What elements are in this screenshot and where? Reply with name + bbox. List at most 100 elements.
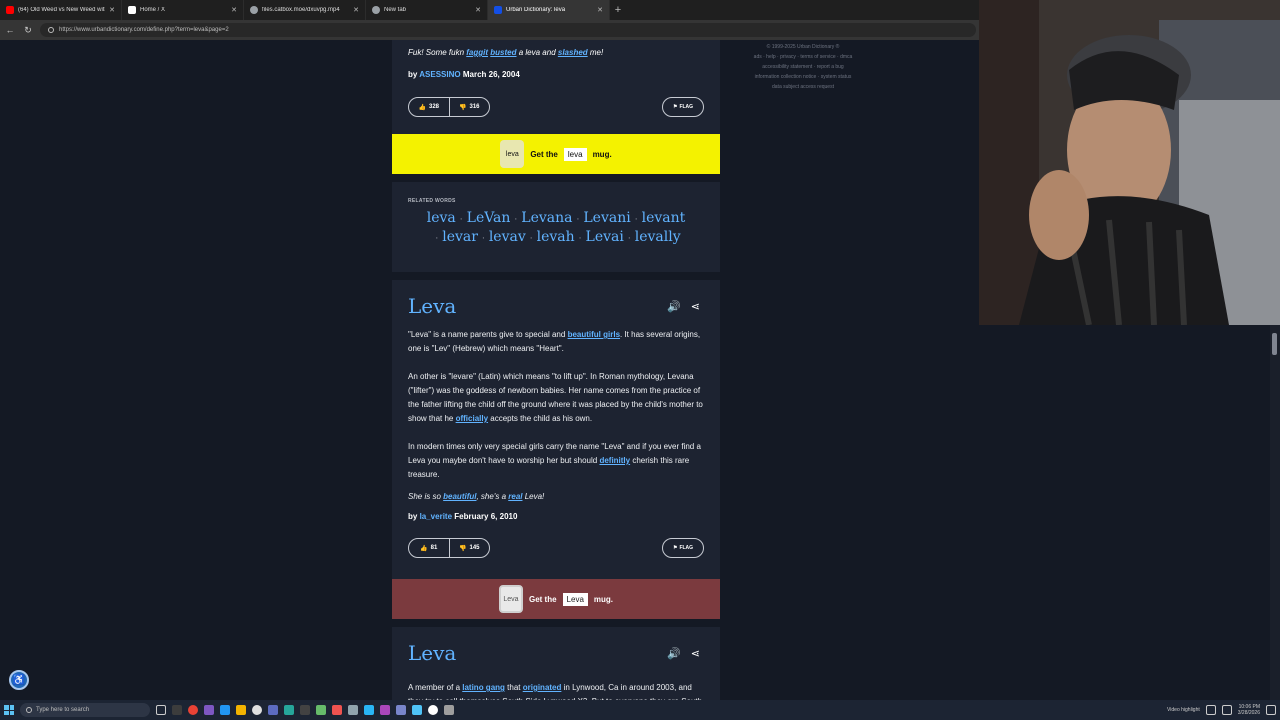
upvote-button[interactable]: 👍 81 xyxy=(409,539,449,557)
app-icon[interactable] xyxy=(252,705,262,715)
example-link[interactable]: slashed xyxy=(558,48,588,57)
flag-button[interactable]: ⚑ FLAG xyxy=(662,538,704,558)
site-info-icon[interactable] xyxy=(48,27,54,33)
example-link[interactable]: busted xyxy=(490,48,516,57)
back-button[interactable]: ← xyxy=(4,25,16,35)
app-icon[interactable] xyxy=(204,705,214,715)
related-word-link[interactable]: Levana xyxy=(521,210,572,226)
reload-button[interactable]: ↻ xyxy=(22,25,34,36)
url-input[interactable]: https://www.urbandictionary.com/define.p… xyxy=(40,23,976,37)
related-word-link[interactable]: levav xyxy=(489,229,526,245)
clock-date: 3/28/2026 xyxy=(1237,710,1260,716)
meaning-link[interactable]: definitly xyxy=(599,456,630,465)
author-link[interactable]: ASESSINO xyxy=(419,70,460,79)
related-word-link[interactable]: levah xyxy=(537,229,575,245)
example-text: Fuk! Some fukn faggit busted a leva and … xyxy=(408,48,603,57)
mug-ad-suffix: mug. xyxy=(593,594,614,604)
footer-links[interactable]: ads · help · privacy · terms of service … xyxy=(728,52,878,62)
related-word-link[interactable]: Levani xyxy=(583,210,630,226)
mug-ad-banner[interactable]: Leva Get the Leva mug. xyxy=(392,579,720,619)
urban-dictionary-icon xyxy=(494,6,502,14)
speaker-icon[interactable]: 🔊 xyxy=(667,647,681,660)
card-body: Fuk! Some fukn faggit busted a leva and … xyxy=(408,40,704,132)
volume-icon[interactable] xyxy=(1221,705,1232,715)
related-word-link[interactable]: levant xyxy=(642,210,686,226)
upvote-count: 328 xyxy=(428,104,439,110)
example-text-part: a leva and xyxy=(516,48,558,57)
related-word-link[interactable]: levally xyxy=(635,229,681,245)
app-icon[interactable] xyxy=(172,705,182,715)
app-icon[interactable] xyxy=(236,705,246,715)
related-word-link[interactable]: levar xyxy=(442,229,478,245)
example-link[interactable]: faggit xyxy=(466,48,488,57)
accessibility-button[interactable]: ♿ xyxy=(9,670,29,690)
author-link[interactable]: la_verite xyxy=(420,512,452,521)
browser-tab-active[interactable]: Urban Dictionary: leva ✕ xyxy=(488,0,610,20)
share-icon[interactable]: ⋖ xyxy=(691,300,700,313)
taskbar-search-input[interactable]: Type here to search xyxy=(20,703,150,717)
footer-links[interactable]: data subject access request xyxy=(728,82,878,92)
taskbar-clock[interactable]: 10:06 PM 3/28/2026 xyxy=(1238,704,1260,716)
app-icon[interactable] xyxy=(444,705,454,715)
downvote-button[interactable]: 👎 145 xyxy=(448,539,490,557)
downvote-button[interactable]: 👎 316 xyxy=(448,98,490,116)
app-icon[interactable] xyxy=(428,705,438,715)
definition-controls: 🔊 ⋖ xyxy=(667,647,700,660)
meaning-link[interactable]: latino gang xyxy=(462,683,505,692)
app-icon[interactable] xyxy=(364,705,374,715)
app-icon[interactable] xyxy=(396,705,406,715)
network-icon[interactable] xyxy=(1205,705,1216,715)
app-icon[interactable] xyxy=(220,705,230,715)
thumbs-up-icon: 👍 xyxy=(420,545,428,552)
scrollbar-thumb[interactable] xyxy=(1272,333,1277,355)
app-icon[interactable] xyxy=(300,705,310,715)
app-icon[interactable] xyxy=(316,705,326,715)
example-link[interactable]: real xyxy=(508,492,522,501)
task-view-icon[interactable] xyxy=(156,705,166,715)
accessibility-icon: ♿ xyxy=(12,674,26,686)
app-icon[interactable] xyxy=(348,705,358,715)
meaning-link[interactable]: beautiful girls xyxy=(568,330,620,339)
share-icon[interactable]: ⋖ xyxy=(691,647,700,660)
footer-links[interactable]: accessibility statement · report a bug xyxy=(728,62,878,72)
meaning-link[interactable]: officially xyxy=(456,414,488,423)
close-tab-icon[interactable]: ✕ xyxy=(231,6,237,14)
upvote-button[interactable]: 👍 328 xyxy=(409,98,449,116)
flag-button[interactable]: ⚑ FLAG xyxy=(662,97,704,117)
close-tab-icon[interactable]: ✕ xyxy=(475,6,481,14)
browser-tab[interactable]: New tab ✕ xyxy=(366,0,488,20)
new-tab-button[interactable]: + xyxy=(610,4,626,16)
vote-group: 👍 81 👎 145 xyxy=(408,538,490,558)
related-word-link[interactable]: Levai xyxy=(586,229,624,245)
app-icon[interactable] xyxy=(412,705,422,715)
footer-copyright: © 1999-2025 Urban Dictionary ® xyxy=(766,44,840,50)
notifications-icon[interactable] xyxy=(1266,705,1276,715)
definition-title[interactable]: Leva xyxy=(408,294,456,318)
speaker-icon[interactable]: 🔊 xyxy=(667,300,681,313)
definition-card: Leva 🔊 ⋖ A member of a latino gang that … xyxy=(392,627,720,700)
app-icon[interactable] xyxy=(284,705,294,715)
app-icon[interactable] xyxy=(380,705,390,715)
meaning-paragraph: "Leva" is a name parents give to special… xyxy=(408,328,704,356)
chrome-icon[interactable] xyxy=(188,705,198,715)
footer-links[interactable]: information collection notice · system s… xyxy=(728,72,878,82)
meaning-link[interactable]: originated xyxy=(523,683,562,692)
close-tab-icon[interactable]: ✕ xyxy=(597,6,603,14)
browser-tab[interactable]: Home / X ✕ xyxy=(122,0,244,20)
app-icon[interactable] xyxy=(268,705,278,715)
close-tab-icon[interactable]: ✕ xyxy=(109,6,115,14)
definition-title[interactable]: Leva xyxy=(408,641,456,665)
video-highlight-label[interactable]: Video highlight xyxy=(1167,707,1200,713)
browser-tab[interactable]: files.catbox.moe/dxuvpg.mp4 ✕ xyxy=(244,0,366,20)
example-link[interactable]: beautiful xyxy=(443,492,476,501)
related-word-link[interactable]: leva xyxy=(427,210,456,226)
close-tab-icon[interactable]: ✕ xyxy=(353,6,359,14)
webcam-person-image xyxy=(979,0,1280,325)
page-scrollbar[interactable] xyxy=(1270,325,1280,700)
meaning-text-part: "Leva" is a name parents give to special… xyxy=(408,330,568,339)
app-icon[interactable] xyxy=(332,705,342,715)
windows-start-icon[interactable] xyxy=(4,705,14,715)
related-word-link[interactable]: LeVan xyxy=(467,210,511,226)
browser-tab[interactable]: (64) Old Weed vs New Weed with ✕ xyxy=(0,0,122,20)
mug-ad-banner[interactable]: leva Get the leva mug. xyxy=(392,134,720,174)
